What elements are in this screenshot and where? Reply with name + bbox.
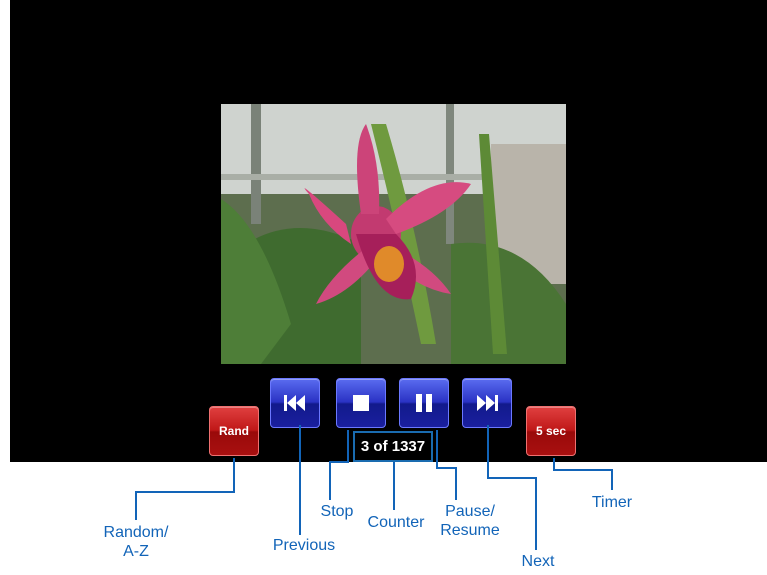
callout-previous: Previous	[272, 537, 336, 554]
callout-timer: Timer	[591, 494, 633, 511]
callout-counter: Counter	[367, 514, 425, 531]
callout-random: Random/ A-Z	[103, 524, 169, 560]
callout-stop: Stop	[320, 503, 354, 520]
callout-pause-resume: Pause/ Resume	[440, 503, 500, 539]
callout-next: Next	[521, 553, 555, 570]
callout-lines	[135, 425, 613, 550]
